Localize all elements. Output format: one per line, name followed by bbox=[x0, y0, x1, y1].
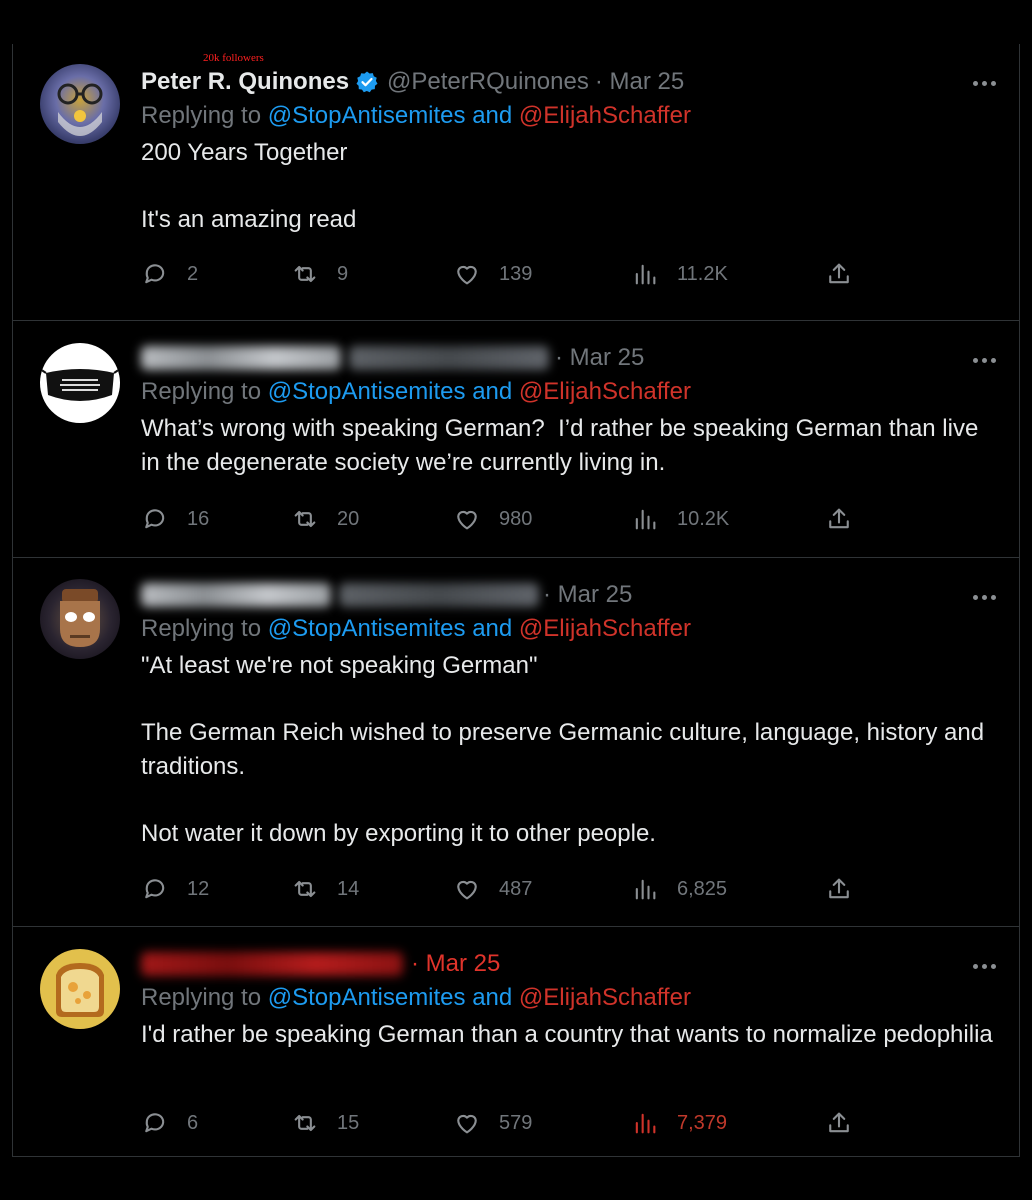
replying-to: Replying to @StopAntisemites and @Elijah… bbox=[141, 102, 691, 129]
tweet-text: What’s wrong with speaking German? I’d r… bbox=[141, 415, 985, 476]
like-icon bbox=[457, 510, 477, 530]
retweet-button[interactable]: 20 bbox=[291, 505, 359, 533]
display-name-redacted bbox=[141, 583, 331, 607]
mention-link[interactable]: @StopAntisemites bbox=[268, 984, 466, 1011]
tweet-header: Peter R. Quinones @PeterRQuinones · Mar … bbox=[141, 67, 1001, 97]
views-button[interactable]: 11.2K bbox=[631, 260, 728, 288]
tweet-header: · Mar 25 bbox=[141, 580, 1001, 610]
retweet-icon bbox=[294, 880, 316, 898]
tweet-text: I'd rather be speaking German than a cou… bbox=[141, 1021, 993, 1048]
reply-button[interactable]: 16 bbox=[141, 505, 209, 533]
retweet-icon bbox=[294, 265, 316, 283]
share-icon bbox=[829, 878, 849, 899]
avatar[interactable] bbox=[40, 579, 120, 659]
tweet[interactable]: · Mar 25 Replying to @StopAntisemites an… bbox=[13, 927, 1019, 1155]
mention-link[interactable]: @StopAntisemites bbox=[268, 615, 466, 642]
mention-link[interactable]: @ElijahSchaffer bbox=[519, 378, 691, 405]
tweet-header: · Mar 25 bbox=[141, 949, 1001, 979]
retweet-icon bbox=[294, 510, 316, 528]
reply-button[interactable]: 2 bbox=[141, 260, 198, 288]
replying-to: Replying to @StopAntisemites and @Elijah… bbox=[141, 615, 691, 642]
display-name-redacted bbox=[141, 952, 403, 976]
handle-redacted bbox=[349, 346, 549, 370]
views-icon bbox=[635, 509, 656, 530]
tweet-header: · Mar 25 bbox=[141, 343, 1001, 373]
like-icon bbox=[457, 265, 477, 285]
avatar-image bbox=[40, 368, 120, 401]
more-icon[interactable] bbox=[973, 78, 1003, 88]
tweet[interactable]: · Mar 25 Replying to @StopAntisemites an… bbox=[13, 558, 1019, 927]
reply-icon bbox=[145, 1113, 165, 1133]
retweet-button[interactable]: 9 bbox=[291, 260, 348, 288]
replying-to: Replying to @StopAntisemites and @Elijah… bbox=[141, 984, 691, 1011]
like-icon bbox=[457, 1114, 477, 1134]
retweet-button[interactable]: 15 bbox=[291, 1109, 359, 1137]
share-button[interactable] bbox=[825, 875, 853, 903]
action-bar: 6 15 579 7,379 bbox=[141, 1109, 1001, 1143]
avatar[interactable] bbox=[40, 343, 120, 423]
tweet[interactable]: · Mar 25 Replying to @StopAntisemites an… bbox=[13, 321, 1019, 558]
views-icon bbox=[635, 264, 656, 285]
avatar-image bbox=[57, 83, 103, 136]
share-button[interactable] bbox=[825, 505, 853, 533]
views-button[interactable]: 7,379 bbox=[631, 1109, 727, 1137]
reply-icon bbox=[145, 879, 165, 899]
retweet-button[interactable]: 14 bbox=[291, 875, 359, 903]
mention-link[interactable]: @ElijahSchaffer bbox=[519, 984, 691, 1011]
display-name[interactable]: Peter R. Quinones bbox=[141, 68, 349, 96]
share-icon bbox=[829, 263, 849, 284]
action-bar: 16 20 980 10.2K bbox=[141, 505, 1001, 539]
verified-badge-icon bbox=[356, 71, 378, 93]
reply-button[interactable]: 6 bbox=[141, 1109, 198, 1137]
timestamp[interactable]: · Mar 25 bbox=[543, 581, 632, 609]
timestamp[interactable]: · Mar 25 bbox=[555, 344, 644, 372]
mention-link[interactable]: @StopAntisemites bbox=[268, 102, 466, 129]
handle-redacted bbox=[339, 583, 539, 607]
display-name-redacted bbox=[141, 346, 341, 370]
like-button[interactable]: 980 bbox=[453, 505, 532, 533]
like-button[interactable]: 139 bbox=[453, 260, 532, 288]
avatar-image bbox=[60, 589, 100, 647]
share-icon bbox=[829, 508, 849, 529]
replying-to: Replying to @StopAntisemites and @Elijah… bbox=[141, 378, 691, 405]
avatar-image bbox=[56, 963, 104, 1017]
like-button[interactable]: 579 bbox=[453, 1109, 532, 1137]
mention-link[interactable]: @ElijahSchaffer bbox=[519, 102, 691, 129]
share-icon bbox=[829, 1112, 849, 1133]
action-bar: 12 14 487 6,825 bbox=[141, 875, 1001, 909]
reply-icon bbox=[145, 509, 165, 529]
more-icon[interactable] bbox=[973, 355, 1003, 365]
views-icon bbox=[635, 1113, 656, 1134]
reply-icon bbox=[145, 264, 165, 284]
reply-feed: Peter R. Quinones @PeterRQuinones · Mar … bbox=[12, 44, 1020, 1157]
retweet-icon bbox=[294, 1114, 316, 1132]
like-icon bbox=[457, 880, 477, 900]
views-button[interactable]: 10.2K bbox=[631, 505, 729, 533]
mention-link[interactable]: @ElijahSchaffer bbox=[519, 615, 691, 642]
avatar[interactable] bbox=[40, 949, 120, 1029]
reply-button[interactable]: 12 bbox=[141, 875, 209, 903]
views-icon bbox=[635, 879, 656, 900]
more-icon[interactable] bbox=[973, 961, 1003, 971]
views-button[interactable]: 6,825 bbox=[631, 875, 727, 903]
share-button[interactable] bbox=[825, 1109, 853, 1137]
tweet-text: "At least we're not speaking German" The… bbox=[141, 652, 991, 847]
share-button[interactable] bbox=[825, 260, 853, 288]
more-icon[interactable] bbox=[973, 592, 1003, 602]
tweet-text: 200 Years Together It's an amazing read bbox=[141, 139, 357, 233]
timestamp[interactable]: · Mar 25 bbox=[411, 950, 500, 978]
mention-link[interactable]: @StopAntisemites bbox=[268, 378, 466, 405]
handle[interactable]: @PeterRQuinones bbox=[387, 68, 589, 96]
action-bar: 2 9 139 11.2K bbox=[141, 260, 1001, 294]
timestamp[interactable]: · Mar 25 bbox=[595, 68, 684, 96]
like-button[interactable]: 487 bbox=[453, 875, 532, 903]
avatar[interactable] bbox=[40, 64, 120, 144]
tweet[interactable]: Peter R. Quinones @PeterRQuinones · Mar … bbox=[13, 44, 1019, 321]
